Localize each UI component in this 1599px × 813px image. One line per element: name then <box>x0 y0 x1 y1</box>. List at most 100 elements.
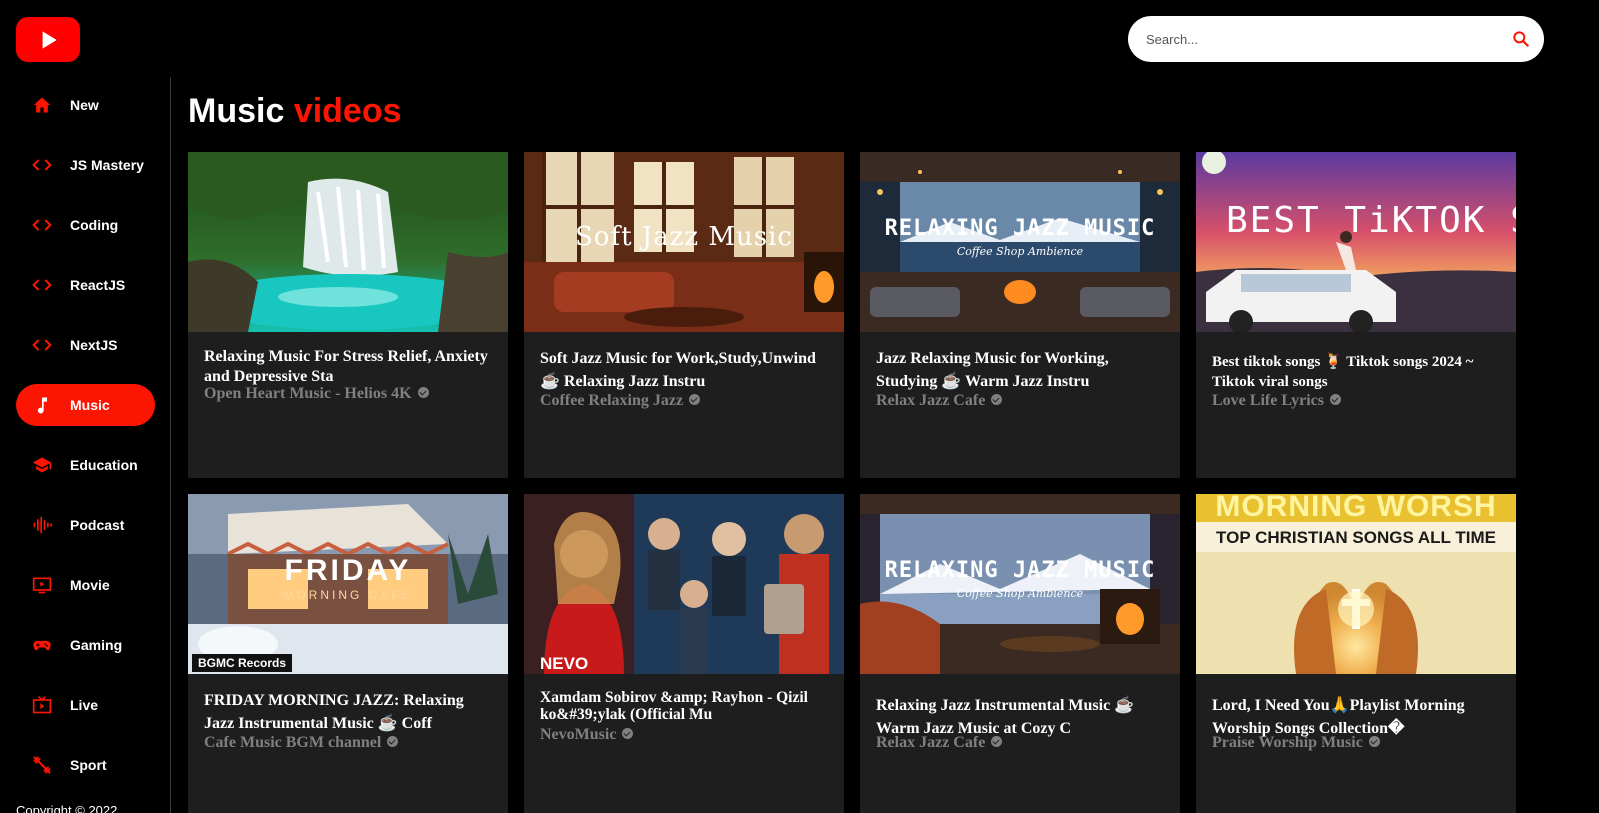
channel-name[interactable]: Relax Jazz Cafe <box>876 392 1003 410</box>
sidebar: New JS Mastery Coding ReactJS NextJS Mus… <box>0 77 171 813</box>
video-card[interactable]: Soft Jazz Music Soft Jazz Music for Work… <box>524 152 844 478</box>
video-title[interactable]: Best tiktok songs 🍹 Tiktok songs 2024 ~ … <box>1212 352 1502 392</box>
sidebar-item-live[interactable]: Live <box>16 684 155 726</box>
search-input[interactable] <box>1146 16 1486 62</box>
video-title[interactable]: FRIDAY MORNING JAZZ: Relaxing Jazz Instr… <box>204 689 494 735</box>
video-title[interactable]: Xamdam Sobirov &amp; Rayhon - Qizil ko&#… <box>540 689 830 723</box>
channel-name-text[interactable]: Cafe Music BGM channel <box>204 734 381 751</box>
channel-name-text[interactable]: NevoMusic <box>540 726 616 743</box>
video-thumbnail[interactable]: RELAXING JAZZ MUSIC Coffee Shop Ambience <box>860 152 1180 332</box>
video-thumbnail[interactable]: RELAXING JAZZ MUSIC Coffee Shop Ambience <box>860 494 1180 674</box>
movie-icon <box>32 575 52 595</box>
channel-name[interactable]: Praise Worship Music <box>1212 734 1380 752</box>
sidebar-item-coding[interactable]: Coding <box>16 204 155 246</box>
video-card[interactable]: MORNING WORSH TOP CHRISTIAN SONGS ALL TI… <box>1196 494 1516 813</box>
video-thumbnail[interactable]: FRIDAY MORNING CAFE BGMC Records <box>188 494 508 674</box>
video-thumbnail[interactable]: NEVO <box>524 494 844 674</box>
music-note-icon <box>32 395 52 415</box>
home-icon <box>32 95 52 115</box>
sidebar-item-movie[interactable]: Movie <box>16 564 155 606</box>
verified-check-icon <box>1329 394 1341 405</box>
verified-check-icon <box>991 394 1003 405</box>
code-icon <box>32 155 52 175</box>
thumbnail-caption: MORNING WORSH <box>1215 494 1497 523</box>
verified-check-icon <box>387 736 399 747</box>
channel-name-text[interactable]: Relax Jazz Cafe <box>876 392 985 409</box>
channel-name-text[interactable]: Open Heart Music - Helios 4K <box>204 385 412 402</box>
search-button[interactable] <box>1508 26 1534 52</box>
code-icon <box>32 335 52 355</box>
sidebar-item-label: Music <box>70 397 110 413</box>
video-card[interactable]: RELAXING JAZZ MUSIC Coffee Shop Ambience… <box>860 494 1180 813</box>
video-card[interactable]: Relaxing Music For Stress Relief, Anxiet… <box>188 152 508 478</box>
video-card[interactable]: BEST TiKTOK SONG Best tiktok songs 🍹 Tik… <box>1196 152 1516 478</box>
thumbnail-subcaption: TOP CHRISTIAN SONGS ALL TIME <box>1216 528 1496 547</box>
sidebar-item-music[interactable]: Music <box>16 384 155 426</box>
video-title[interactable]: Soft Jazz Music for Work,Study,Unwind ☕ … <box>540 347 830 393</box>
thumbnail-subcaption: Coffee Shop Ambience <box>956 245 1084 258</box>
top-navbar <box>0 0 1599 77</box>
page-title-main: Music <box>188 92 285 130</box>
sidebar-item-reactjs[interactable]: ReactJS <box>16 264 155 306</box>
video-thumbnail[interactable]: BEST TiKTOK SONG <box>1196 152 1516 332</box>
live-tv-icon <box>32 695 52 715</box>
verified-check-icon <box>991 736 1003 747</box>
podcast-icon <box>32 515 52 535</box>
video-title[interactable]: Relaxing Music For Stress Relief, Anxiet… <box>204 347 494 387</box>
thumbnail-caption: Soft Jazz Music <box>575 222 793 252</box>
sidebar-item-label: ReactJS <box>70 277 126 293</box>
channel-name[interactable]: Love Life Lyrics <box>1212 392 1341 410</box>
verified-check-icon <box>622 728 634 739</box>
sidebar-item-new[interactable]: New <box>16 84 155 126</box>
video-thumbnail[interactable]: MORNING WORSH TOP CHRISTIAN SONGS ALL TI… <box>1196 494 1516 674</box>
youtube-logo[interactable] <box>16 17 80 62</box>
channel-name[interactable]: Coffee Relaxing Jazz <box>540 392 701 410</box>
verified-check-icon <box>689 394 701 405</box>
sidebar-item-label: NextJS <box>70 337 118 353</box>
sidebar-item-label: Podcast <box>70 517 125 533</box>
search-icon <box>1513 31 1529 47</box>
sidebar-item-sport[interactable]: Sport <box>16 744 155 786</box>
vevo-watermark: NEVO <box>540 654 589 673</box>
video-thumbnail[interactable] <box>188 152 508 332</box>
code-icon <box>32 275 52 295</box>
sidebar-item-label: Coding <box>70 217 119 233</box>
channel-name-text[interactable]: Love Life Lyrics <box>1212 392 1324 409</box>
sidebar-item-label: Movie <box>70 577 110 593</box>
code-icon <box>32 215 52 235</box>
gamepad-icon <box>32 635 52 655</box>
search-bar <box>1128 16 1544 62</box>
video-thumbnail[interactable]: Soft Jazz Music <box>524 152 844 332</box>
sidebar-item-label: JS Mastery <box>70 157 144 173</box>
thumbnail-subcaption: MORNING CAFE <box>283 588 413 602</box>
channel-watermark: BGMC Records <box>192 654 293 672</box>
video-title[interactable]: Jazz Relaxing Music for Working, Studyin… <box>876 347 1166 393</box>
sidebar-item-label: Live <box>70 697 99 713</box>
thumbnail-caption: FRIDAY <box>284 554 412 587</box>
sidebar-item-podcast[interactable]: Podcast <box>16 504 155 546</box>
page-title: Music videos <box>188 92 402 131</box>
copyright-text: Copyright © 2022 <box>16 803 118 813</box>
sidebar-item-nextjs[interactable]: NextJS <box>16 324 155 366</box>
channel-name-text[interactable]: Praise Worship Music <box>1212 734 1363 751</box>
thumbnail-caption: RELAXING JAZZ MUSIC <box>884 216 1156 241</box>
channel-name[interactable]: Open Heart Music - Helios 4K <box>204 385 429 403</box>
sidebar-item-label: Education <box>70 457 138 473</box>
video-card[interactable]: RELAXING JAZZ MUSIC Coffee Shop Ambience… <box>860 152 1180 478</box>
verified-check-icon <box>1368 736 1380 747</box>
thumbnail-caption: RELAXING JAZZ MUSIC <box>884 558 1156 583</box>
video-card[interactable]: NEVO Xamdam Sobirov &amp; Rayhon - Qizil… <box>524 494 844 813</box>
sidebar-item-education[interactable]: Education <box>16 444 155 486</box>
sidebar-item-gaming[interactable]: Gaming <box>16 624 155 666</box>
sidebar-item-label: Sport <box>70 757 107 773</box>
thumbnail-subcaption: Coffee Shop Ambience <box>956 587 1084 600</box>
channel-name-text[interactable]: Coffee Relaxing Jazz <box>540 392 683 409</box>
channel-name[interactable]: Relax Jazz Cafe <box>876 734 1003 752</box>
channel-name-text[interactable]: Relax Jazz Cafe <box>876 734 985 751</box>
sidebar-item-label: Gaming <box>70 637 123 653</box>
video-card[interactable]: FRIDAY MORNING CAFE BGMC Records FRIDAY … <box>188 494 508 813</box>
page-title-accent: videos <box>293 92 402 130</box>
sidebar-item-js-mastery[interactable]: JS Mastery <box>16 144 155 186</box>
channel-name[interactable]: NevoMusic <box>540 726 634 744</box>
channel-name[interactable]: Cafe Music BGM channel <box>204 734 399 752</box>
